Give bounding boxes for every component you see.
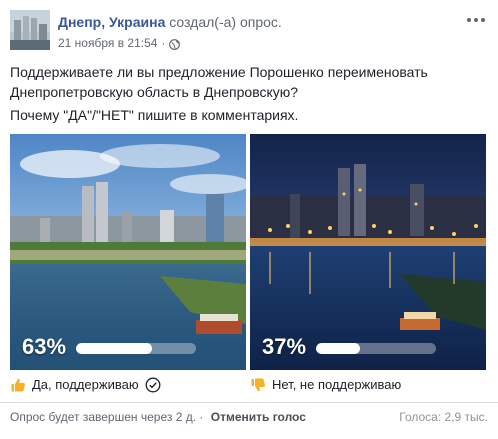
poll-question: Поддерживаете ли вы предложение Порошенк…: [10, 64, 428, 100]
poll-option-yes-image[interactable]: 63%: [10, 134, 246, 370]
poll-footer: Опрос будет завершен через 2 д. · Отмени…: [10, 409, 488, 425]
post-timestamp[interactable]: 21 ноября в 21:54: [58, 35, 157, 51]
poll-option-no[interactable]: Нет, не поддерживаю: [250, 376, 401, 394]
option-no-progress-fill: [316, 343, 361, 354]
more-dots-icon[interactable]: [466, 12, 486, 28]
option-yes-percent: 63%: [22, 334, 67, 359]
poll-option-no-image[interactable]: 37%: [250, 134, 486, 370]
vote-count[interactable]: Голоса: 2,9 тыс.: [399, 409, 488, 425]
thumbs-up-icon: [10, 377, 26, 393]
option-no-percent: 37%: [262, 334, 307, 359]
post-meta: 21 ноября в 21:54 ·: [58, 35, 181, 51]
globe-icon[interactable]: [169, 38, 181, 50]
meta-separator: ·: [161, 36, 166, 50]
option-no-progress-bar: [316, 343, 436, 354]
thumbs-down-icon: [250, 377, 266, 393]
author-line: Днепр, Украина создал(-а) опрос.: [58, 13, 282, 31]
poll-status: Опрос будет завершен через 2 д.: [10, 410, 197, 424]
check-circle-icon: [145, 377, 161, 393]
divider: [0, 402, 498, 403]
avatar[interactable]: [10, 10, 50, 50]
option-yes-progress-bar: [76, 343, 196, 354]
poll-prompt: Почему "ДА"/"НЕТ" пишите в комментариях.: [10, 107, 299, 123]
cancel-vote-link[interactable]: Отменить голос: [211, 410, 306, 424]
option-yes-label: Да, поддерживаю: [32, 377, 139, 392]
poll-option-yes[interactable]: Да, поддерживаю: [10, 376, 161, 394]
post-header: Днепр, Украина создал(-а) опрос. 21 нояб…: [10, 10, 488, 54]
author-name-link[interactable]: Днепр, Украина: [58, 14, 165, 30]
post-action-text: создал(-а) опрос.: [169, 14, 282, 30]
poll-post-card: Днепр, Украина создал(-а) опрос. 21 нояб…: [0, 0, 498, 439]
option-no-label: Нет, не поддерживаю: [272, 377, 402, 392]
footer-separator: ·: [199, 410, 204, 424]
option-yes-progress-fill: [76, 343, 152, 354]
